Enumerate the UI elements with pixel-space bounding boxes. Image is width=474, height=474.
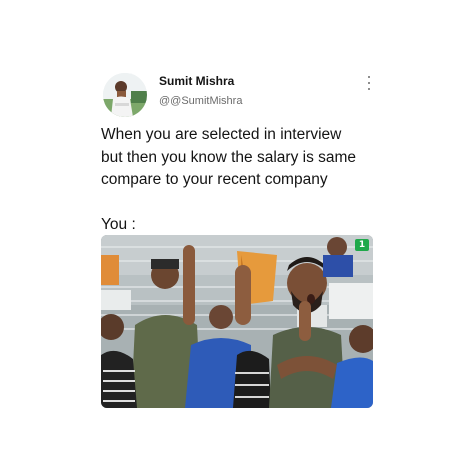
tweet-card: Sumit Mishra @@SumitMishra When you are … <box>0 0 474 474</box>
more-dot <box>367 81 371 85</box>
more-dot <box>367 87 371 90</box>
tweet-text-line: but then you know the salary is same <box>101 148 357 166</box>
more-dot <box>367 76 371 79</box>
avatar[interactable] <box>103 73 147 117</box>
user-handle[interactable]: @@SumitMishra <box>159 95 242 107</box>
tweet-text-line: When you are selected in interview <box>101 126 342 143</box>
broadcast-logo-icon: 1 <box>355 239 369 251</box>
stadium-crowd-photo <box>101 235 373 408</box>
display-name[interactable]: Sumit Mishra <box>159 74 234 88</box>
more-vertical-icon[interactable] <box>362 74 376 92</box>
tweet-text: When you are selected in interview but t… <box>101 124 401 236</box>
tweet-media-image[interactable]: 1 <box>101 235 373 408</box>
avatar-image <box>103 73 147 117</box>
tweet-text-you: You : <box>101 215 136 233</box>
tweet-text-line: compare to your recent company <box>101 171 328 188</box>
